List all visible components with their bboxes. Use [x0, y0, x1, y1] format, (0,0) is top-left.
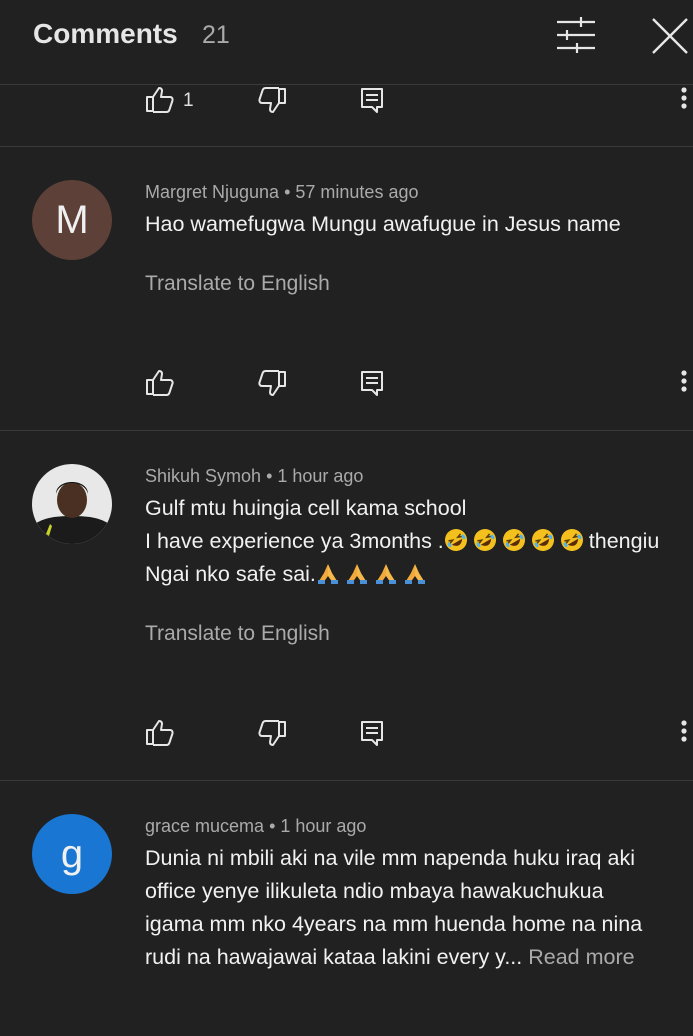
- reply-icon[interactable]: [355, 366, 389, 400]
- translate-link[interactable]: Translate to English: [145, 622, 330, 646]
- read-more-link[interactable]: Read more: [528, 945, 634, 969]
- comment-line: office yenye ilikuleta ndio mbaya hawaku…: [145, 879, 604, 903]
- divider: [0, 146, 693, 147]
- meta-separator: •: [279, 182, 296, 202]
- filter-icon[interactable]: [553, 14, 599, 56]
- thumb-down-icon[interactable]: [255, 716, 289, 750]
- thumb-up-icon[interactable]: [143, 366, 177, 400]
- comment-line: Gulf mtu huingia cell kama school: [145, 496, 467, 520]
- comment-line: rudi na hawajawai kataa lakini every y..…: [145, 945, 635, 969]
- comment-line: Hao wamefugwa Mungu awafugue in Jesus na…: [145, 212, 621, 236]
- divider: [0, 430, 693, 431]
- comment-line: Dunia ni mbili aki na vile mm napenda hu…: [145, 846, 635, 870]
- folded-hands-emoji: [346, 564, 367, 584]
- comment-text: Gulf mtu huingia cell kama school I have…: [145, 492, 693, 591]
- meta-separator: •: [261, 466, 278, 486]
- comment-time: 1 hour ago: [280, 816, 367, 836]
- author-name[interactable]: Shikuh Symoh: [145, 466, 261, 486]
- meta-separator: •: [264, 816, 281, 836]
- comment-text: Hao wamefugwa Mungu awafugue in Jesus na…: [145, 208, 693, 241]
- comments-header: Comments 21: [0, 0, 693, 85]
- rofl-emoji: [502, 529, 525, 551]
- thumb-up-icon[interactable]: [143, 83, 177, 117]
- thumb-down-icon[interactable]: [255, 366, 289, 400]
- comments-title: Comments: [33, 18, 178, 49]
- reply-icon[interactable]: [355, 83, 389, 117]
- more-vert-icon[interactable]: [674, 83, 693, 117]
- comment-line: igama mm nko 4years na mm huenda home na…: [145, 912, 643, 936]
- comment-line: I have experience ya 3months . thengiu: [145, 525, 693, 558]
- comment-text: Dunia ni mbili aki na vile mm napenda hu…: [145, 842, 693, 974]
- close-icon[interactable]: [650, 14, 690, 56]
- divider: [0, 780, 693, 781]
- comment-actions: 1: [0, 83, 693, 123]
- thumb-up-icon[interactable]: [143, 716, 177, 750]
- like-count: 1: [183, 90, 194, 111]
- folded-hands-emoji: [404, 564, 425, 584]
- comment-line: Ngai nko safe sai.: [145, 558, 693, 591]
- translate-link[interactable]: Translate to English: [145, 272, 330, 296]
- thumb-down-icon[interactable]: [255, 83, 289, 117]
- author-name[interactable]: grace mucema: [145, 816, 264, 836]
- more-vert-icon[interactable]: [674, 716, 693, 750]
- avatar[interactable]: g: [32, 814, 112, 894]
- comment-meta: Margret Njuguna • 57 minutes ago: [145, 182, 418, 203]
- rofl-emoji: [560, 529, 583, 551]
- author-name[interactable]: Margret Njuguna: [145, 182, 279, 202]
- more-vert-icon[interactable]: [674, 366, 693, 400]
- avatar-letter: M: [55, 198, 89, 242]
- comments-panel: Comments 21 1 M Margret Njuguna • 57 min…: [0, 0, 693, 1036]
- reply-icon[interactable]: [355, 716, 389, 750]
- comments-count: 21: [202, 21, 230, 49]
- rofl-emoji: [444, 529, 467, 551]
- folded-hands-emoji: [375, 564, 396, 584]
- rofl-emoji: [473, 529, 496, 551]
- comment-time: 1 hour ago: [277, 466, 364, 486]
- comment-actions: [0, 716, 693, 756]
- avatar[interactable]: [32, 464, 112, 544]
- comment-meta: Shikuh Symoh • 1 hour ago: [145, 466, 363, 487]
- rofl-emoji: [531, 529, 554, 551]
- comment-meta: grace mucema • 1 hour ago: [145, 816, 366, 837]
- comment-time: 57 minutes ago: [295, 182, 419, 202]
- folded-hands-emoji: [317, 564, 338, 584]
- avatar-letter: g: [60, 832, 84, 876]
- avatar[interactable]: M: [32, 180, 112, 260]
- comment-actions: [0, 366, 693, 406]
